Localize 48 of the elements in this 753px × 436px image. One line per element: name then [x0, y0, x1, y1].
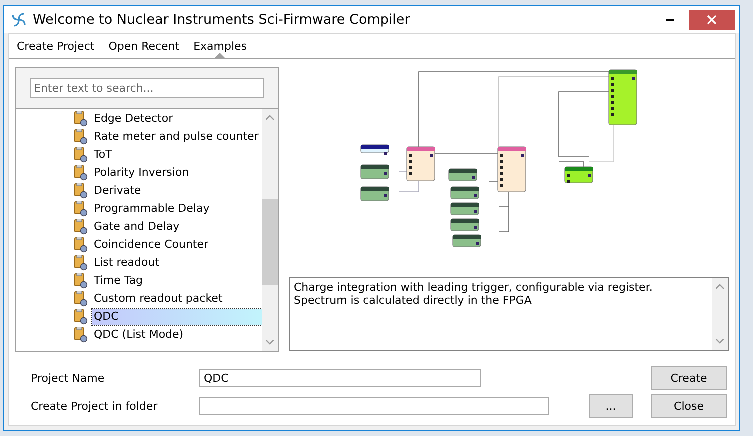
script-gear-icon [74, 255, 88, 271]
example-item[interactable]: List readout [92, 255, 262, 271]
script-gear-icon [74, 111, 88, 127]
script-gear-icon [74, 129, 88, 145]
tab[interactable]: Open Recent [108, 34, 180, 58]
scroll-down-icon[interactable] [266, 340, 274, 345]
browse-button[interactable]: ... [589, 394, 633, 418]
folder-field[interactable] [199, 397, 549, 415]
project-name-field[interactable]: QDC [199, 369, 481, 387]
example-item[interactable]: Polarity Inversion [92, 165, 262, 181]
script-gear-icon [74, 183, 88, 199]
scroll-down-icon[interactable] [716, 339, 724, 344]
example-item[interactable]: ToT [92, 147, 262, 163]
window-title: Welcome to Nuclear Instruments Sci-Firmware Compiler [33, 12, 412, 28]
example-item[interactable]: Custom readout packet [92, 291, 262, 307]
close-dialog-button[interactable]: Close [651, 394, 727, 418]
minimize-icon [666, 18, 674, 20]
scroll-up-icon[interactable] [716, 284, 724, 289]
example-item[interactable]: Coincidence Counter [92, 237, 262, 253]
scrollbar[interactable] [262, 109, 278, 351]
close-button[interactable] [689, 10, 735, 30]
scroll-up-icon[interactable] [266, 115, 274, 120]
field-label: Project Name [31, 372, 106, 384]
script-gear-icon [74, 273, 88, 289]
example-item[interactable]: QDC (List Mode) [92, 327, 262, 343]
example-item[interactable]: Derivate [92, 183, 262, 199]
script-gear-icon [74, 219, 88, 235]
field-label: Create Project in folder [31, 400, 159, 412]
tab[interactable]: Create Project [17, 34, 95, 58]
app-logo-icon [11, 12, 27, 28]
search-field[interactable]: Enter text to search... [30, 78, 264, 98]
script-gear-icon [74, 165, 88, 181]
create-button[interactable]: Create [651, 366, 727, 390]
description-text: Charge integration with leading trigger, configurable via register. Spectrum is calculated directly in the FPGA [293, 280, 654, 309]
close-icon [707, 14, 717, 24]
script-gear-icon [74, 147, 88, 163]
tab[interactable]: Examples [194, 34, 248, 58]
example-item[interactable]: Rate meter and pulse counter [92, 129, 262, 145]
example-item[interactable]: Edge Detector [92, 111, 262, 127]
script-gear-icon [74, 237, 88, 253]
script-gear-icon [74, 327, 88, 343]
example-item[interactable]: Gate and Delay [92, 219, 262, 235]
example-item[interactable]: Time Tag [92, 273, 262, 289]
script-gear-icon [74, 309, 88, 325]
example-item[interactable]: QDC [92, 309, 262, 325]
script-gear-icon [74, 291, 88, 307]
example-item[interactable]: Programmable Delay [92, 201, 262, 217]
script-gear-icon [74, 201, 88, 217]
